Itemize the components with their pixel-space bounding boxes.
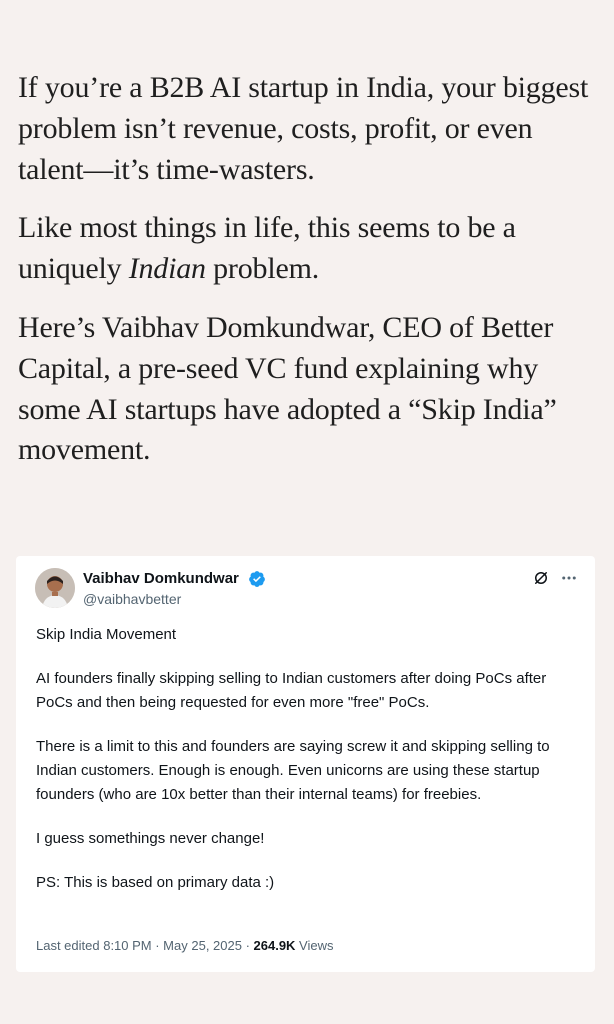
tweet-views-label: Views bbox=[295, 938, 334, 953]
tweet-line-2: AI founders finally skipping selling to … bbox=[36, 670, 551, 711]
embedded-tweet[interactable]: Vaibhav Domkundwar @vaibhavbetter Skip I… bbox=[16, 556, 595, 972]
avatar[interactable] bbox=[35, 568, 75, 608]
tweet-text: Skip India Movement AI founders finally … bbox=[36, 623, 574, 895]
tweet-view-count: 264.9K bbox=[253, 938, 296, 953]
tweet-line-3: There is a limit to this and founders ar… bbox=[36, 738, 554, 803]
tweet-line-5: PS: This is based on primary data :) bbox=[36, 874, 275, 891]
article-paragraph-2-after: problem. bbox=[205, 252, 320, 286]
grok-icon[interactable] bbox=[531, 568, 551, 588]
tweet-line-4: I guess somethings never change! bbox=[36, 830, 265, 847]
tweet-author-handle[interactable]: @vaibhavbetter bbox=[83, 591, 181, 607]
article-paragraph-3: Here’s Vaibhav Domkundwar, CEO of Better… bbox=[18, 310, 557, 467]
tweet-author-name[interactable]: Vaibhav Domkundwar bbox=[83, 570, 239, 587]
tweet-actions bbox=[531, 568, 579, 588]
tweet-line-1: Skip India Movement bbox=[36, 626, 177, 643]
avatar-portrait-icon bbox=[35, 568, 75, 608]
tweet-edited-timestamp[interactable]: Last edited 8:10 PM · May 25, 2025 · bbox=[36, 938, 254, 953]
article-paragraph-2: Like most things in life, this seems to … bbox=[18, 208, 598, 290]
article-body: If you’re a B2B AI startup in India, you… bbox=[18, 68, 598, 471]
verified-badge-icon bbox=[248, 570, 266, 588]
tweet-metadata: Last edited 8:10 PM · May 25, 2025 · 264… bbox=[36, 938, 334, 953]
article-paragraph-1: If you’re a B2B AI startup in India, you… bbox=[18, 71, 589, 186]
article-paragraph-2-emphasis: Indian bbox=[128, 252, 206, 286]
more-options-icon[interactable] bbox=[559, 568, 579, 588]
